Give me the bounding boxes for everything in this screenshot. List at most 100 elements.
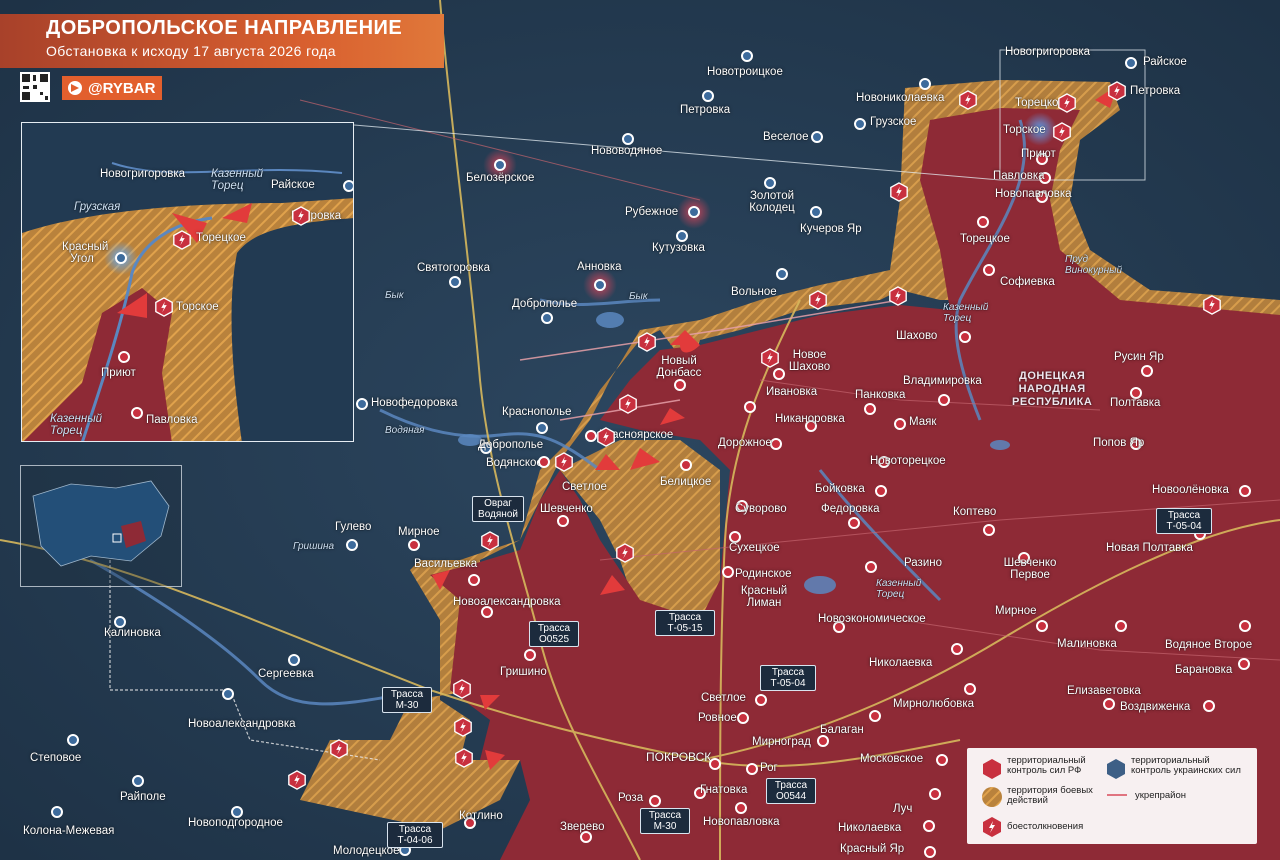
road-label: Трасса O0544	[766, 778, 816, 804]
settlement-label: Шевченко Первое	[1003, 557, 1057, 581]
inset-river-label: Казенный Торец	[50, 413, 103, 437]
settlement-label: Райполе	[120, 791, 166, 803]
settlement-label: Доброполье	[478, 439, 544, 451]
settlement-marker	[1103, 698, 1115, 710]
settlement-marker	[557, 515, 569, 527]
inset-settlement-label: Приют	[101, 367, 136, 379]
settlement-label: Новопавловка	[703, 816, 780, 828]
settlement-label: Золотой Колодец	[749, 190, 795, 214]
settlement-label: Мирнолюбовка	[893, 698, 974, 710]
settlement-label: Грузское	[870, 116, 917, 128]
settlement-label: Воздвиженка	[1120, 701, 1191, 713]
map-legend: территориальный контроль сил РФ территор…	[967, 748, 1257, 844]
clash-icon	[554, 452, 574, 472]
river-label: Пруд Винокурный	[1065, 254, 1123, 276]
settlement-marker	[1239, 485, 1251, 497]
inset-settlement-marker	[131, 407, 143, 419]
settlement-label: Павловка	[993, 170, 1045, 182]
settlement-marker	[541, 312, 553, 324]
settlement-label: Водяное Второе	[1165, 639, 1253, 651]
settlement-marker	[408, 539, 420, 551]
settlement-marker	[744, 401, 756, 413]
settlement-marker	[875, 485, 887, 497]
river-label: Бык	[629, 291, 648, 302]
settlement-label: Федоровка	[821, 503, 880, 515]
settlement-marker	[622, 133, 634, 145]
settlement-label: Русин Яр	[1114, 351, 1164, 363]
river-label: Гришина	[293, 541, 335, 552]
brand-badge: @RYBAR	[62, 76, 162, 100]
clash-icon	[480, 531, 500, 551]
inset-settlement-label: Торское	[176, 301, 219, 313]
settlement-label: Николаевка	[838, 822, 902, 834]
settlement-label: Дорожное	[718, 437, 772, 449]
settlement-marker	[737, 712, 749, 724]
road-label: Трасса М-30	[640, 808, 690, 834]
settlement-marker	[594, 279, 606, 291]
settlement-marker	[924, 846, 936, 858]
settlement-label: Петровка	[680, 104, 731, 116]
settlement-marker	[1239, 620, 1251, 632]
legend-ua-control: территориальный контроль украинских сил	[1131, 755, 1241, 776]
settlement-label: Белозёрское	[466, 172, 535, 184]
clash-icon	[1057, 93, 1077, 113]
settlement-label: Гнатовка	[700, 784, 748, 796]
settlement-label: Доброполье	[512, 298, 578, 310]
inset-map: Новогригоровка Казенный Торец Райское Гр…	[21, 122, 354, 442]
settlement-marker	[1036, 620, 1048, 632]
settlement-label: Ровное	[698, 712, 737, 724]
river-label: Казенный Торец	[876, 578, 922, 600]
settlement-marker	[755, 694, 767, 706]
settlement-label: Светлое	[701, 692, 746, 704]
settlement-label: Попов Яр	[1093, 437, 1145, 449]
settlement-label: Новониколаевка	[856, 92, 945, 104]
settlement-label: Святогоровка	[417, 262, 490, 274]
clash-icon	[291, 206, 311, 226]
settlement-label: Маяк	[909, 416, 937, 428]
settlement-marker	[676, 230, 688, 242]
settlement-marker	[132, 775, 144, 787]
ru-control-legend-icon	[983, 759, 1001, 779]
settlement-label: Петровка	[1130, 85, 1181, 97]
region-label: ДОНЕЦКАЯ НАРОДНАЯ РЕСПУБЛИКА	[1012, 370, 1093, 408]
clash-icon	[287, 770, 307, 790]
settlement-label: Малиновка	[1057, 638, 1117, 650]
map-canvas: ДОБРОПОЛЬСКОЕ НАПРАВЛЕНИЕ Обстановка к и…	[0, 0, 1280, 860]
map-subtitle: Обстановка к исходу 17 августа 2026 года	[46, 43, 336, 59]
settlement-marker	[959, 331, 971, 343]
telegram-icon	[68, 81, 82, 95]
qr-code-icon	[20, 72, 50, 102]
settlement-marker	[1115, 620, 1127, 632]
settlement-marker	[938, 394, 950, 406]
settlement-label: Роза	[618, 792, 644, 804]
clash-icon	[958, 90, 978, 110]
settlement-label: Вольное	[731, 286, 777, 298]
legend-ru-control: территориальный контроль сил РФ	[1007, 755, 1086, 776]
settlement-label: Суворово	[735, 503, 787, 515]
legend-fortification: укрепрайон	[1135, 790, 1187, 801]
settlement-marker	[864, 403, 876, 415]
settlement-marker	[923, 820, 935, 832]
settlement-label: Васильевка	[414, 558, 478, 570]
river-label: Водяная	[385, 425, 425, 436]
settlement-label: Новофедоровка	[371, 397, 458, 409]
clash-icon	[808, 290, 828, 310]
clash-icon	[329, 739, 349, 759]
settlement-label: Кутузовка	[652, 242, 705, 254]
clash-icon	[453, 717, 473, 737]
inset-settlement-label: Торецкое	[196, 232, 246, 244]
inset-settlement-label: Красный Угол	[62, 241, 109, 265]
road-label: Трасса М-30	[382, 687, 432, 713]
settlement-label: Мирное	[398, 526, 440, 538]
settlement-label: Новоподгородное	[188, 817, 283, 829]
settlement-label: Новый Донбасс	[656, 355, 702, 379]
inset-settlement-label: Райское	[271, 179, 315, 191]
settlement-marker	[688, 206, 700, 218]
settlement-marker	[848, 517, 860, 529]
settlement-marker	[1203, 700, 1215, 712]
settlement-marker	[865, 561, 877, 573]
settlement-marker	[773, 368, 785, 380]
settlement-marker	[1141, 365, 1153, 377]
clash-icon	[452, 679, 472, 699]
settlement-label: Приют	[1021, 148, 1056, 160]
